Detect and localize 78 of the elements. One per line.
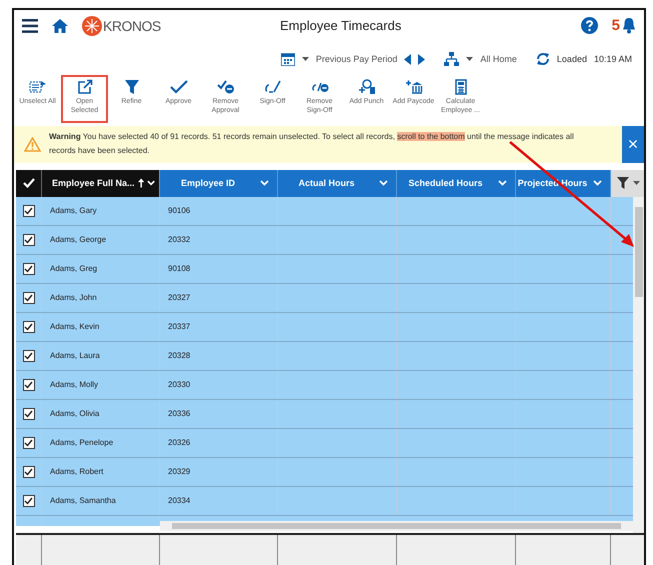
table-cell: 20330 — [168, 380, 190, 390]
table-cell: Adams, Kevin — [50, 322, 100, 332]
table-cell: 20327 — [168, 293, 190, 302]
row-checkbox[interactable] — [22, 378, 34, 391]
notification-count: 5 — [612, 17, 620, 34]
table-cell: 20336 — [168, 409, 190, 418]
bank-plus-icon — [404, 79, 422, 96]
table-cell: Adams, Robert — [50, 467, 104, 476]
table-cell: 20337 — [168, 322, 190, 332]
column-header[interactable]: Projected Hours — [516, 170, 611, 197]
location-label[interactable]: All Home — [480, 54, 517, 64]
chevron-down-icon — [260, 180, 269, 186]
row-checkbox[interactable] — [22, 466, 34, 478]
page-title: Employee Timecards — [278, 18, 402, 34]
logo-icon — [82, 16, 102, 36]
signature-icon — [264, 79, 282, 96]
load-time: 10:19 AM — [594, 54, 632, 64]
menu-icon[interactable] — [22, 18, 38, 33]
vertical-scrollbar[interactable] — [633, 196, 644, 533]
table-cell: 20332 — [168, 235, 190, 244]
row-checkbox[interactable] — [22, 262, 34, 275]
check-minus-icon — [216, 79, 234, 96]
table-cell: Adams, George — [50, 235, 106, 244]
pay-period-label[interactable]: Previous Pay Period — [316, 54, 398, 64]
table-cell: Adams, Olivia — [50, 409, 100, 418]
column-header[interactable]: Employee ID — [160, 170, 278, 197]
checkmark-icon[interactable] — [22, 178, 34, 188]
chevron-down-icon — [146, 180, 155, 186]
warning-message: Warning You have selected 40 of 91 records. 51 records remain unselected. To select all records, scroll to the bottom until the message indicates all records have been selected. — [49, 130, 575, 158]
row-checkbox[interactable] — [22, 204, 34, 217]
list-cursor-icon — [28, 79, 46, 96]
previous-icon[interactable] — [404, 54, 412, 65]
table-cell: Adams, Gary — [50, 206, 97, 216]
table-cell: Adams, Penelope — [50, 438, 114, 448]
refresh-icon[interactable] — [536, 52, 550, 66]
table-cell: Adams, Laura — [50, 351, 100, 360]
table-cell: 90106 — [168, 206, 190, 216]
filter-icon[interactable] — [616, 177, 628, 190]
table-cell: Adams, Molly — [50, 380, 98, 390]
table-cell: 20329 — [168, 467, 190, 476]
table-cell: 20334 — [168, 496, 190, 506]
caret-icon[interactable] — [632, 181, 640, 186]
table-cell: 20326 — [168, 438, 190, 448]
chevron-down-icon — [498, 180, 507, 186]
row-checkbox[interactable] — [22, 320, 34, 333]
row-checkbox[interactable] — [22, 292, 34, 304]
row-checkbox[interactable] — [22, 494, 34, 507]
horizontal-scrollbar[interactable] — [160, 520, 633, 531]
table-cell: Adams, Greg — [50, 264, 98, 274]
home-icon[interactable] — [52, 18, 68, 33]
external-link-icon — [76, 79, 94, 96]
load-status: Loaded — [556, 54, 587, 64]
checkmark-icon — [170, 79, 188, 96]
row-checkbox[interactable] — [22, 234, 34, 246]
table-cell: 90108 — [168, 264, 190, 274]
next-icon[interactable] — [418, 54, 426, 65]
row-checkbox[interactable] — [22, 436, 34, 449]
column-header[interactable]: Scheduled Hours — [397, 170, 516, 197]
warning-icon — [24, 136, 41, 152]
column-header[interactable]: Actual Hours — [278, 170, 397, 197]
caret-icon[interactable] — [466, 57, 474, 62]
row-checkbox[interactable] — [22, 408, 34, 420]
hierarchy-icon[interactable] — [444, 52, 460, 66]
filter-icon — [122, 79, 140, 96]
column-header[interactable]: Employee Full Na... — [42, 170, 160, 197]
close-button[interactable]: × — [622, 126, 644, 163]
clock-plus-icon — [358, 79, 376, 96]
caret-icon[interactable] — [302, 57, 309, 62]
row-checkbox[interactable] — [22, 350, 34, 362]
chevron-down-icon — [379, 180, 388, 186]
bell-icon[interactable] — [622, 17, 636, 34]
table-cell: Adams, John — [50, 293, 97, 302]
help-icon[interactable] — [580, 17, 598, 34]
brand-name: KRONOS — [103, 18, 161, 34]
table-cell: Adams, Samantha — [50, 496, 116, 506]
chevron-down-icon — [593, 180, 602, 186]
table-cell: 20328 — [168, 351, 190, 360]
calendar-icon[interactable] — [280, 52, 295, 66]
